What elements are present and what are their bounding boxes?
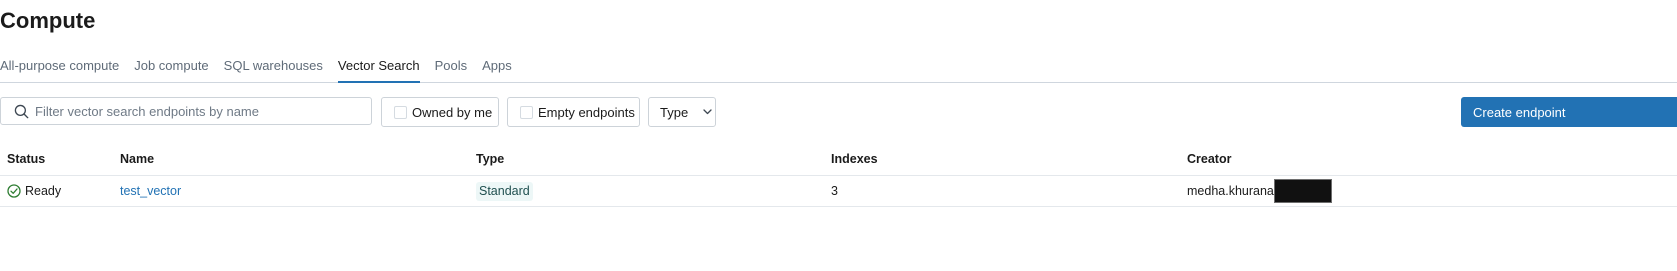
redacted-block [1273,179,1332,203]
type-filter-label: Type [660,104,689,120]
indexes-cell: 3 [831,183,838,198]
creator-email: medha.khurana [1187,183,1274,198]
column-header-name[interactable]: Name [120,145,154,173]
tab-apps[interactable]: Apps [482,58,512,81]
owned-by-me-filter[interactable]: Owned by me [381,97,499,127]
tab-sql-warehouses[interactable]: SQL warehouses [224,58,323,81]
toolbar: Owned by me Empty endpoints Type Create … [0,97,1677,127]
search-icon [13,103,29,119]
owned-by-me-label: Owned by me [412,104,493,120]
tab-all-purpose-compute[interactable]: All-purpose compute [0,58,119,81]
endpoint-name-link[interactable]: test_vector [120,176,181,207]
check-circle-icon [7,184,21,198]
tab-bar: All-purpose compute Job compute SQL ware… [0,58,1677,83]
page-title: Compute [0,8,96,33]
empty-endpoints-filter[interactable]: Empty endpoints [507,97,640,127]
search-box[interactable] [0,97,372,125]
type-filter-dropdown[interactable]: Type [648,97,716,127]
type-tag: Standard [476,181,533,201]
status-label: Ready [25,183,62,198]
status-cell: Ready [7,176,61,206]
search-input[interactable] [35,103,355,119]
name-cell: test_vector [120,176,181,206]
empty-endpoints-checkbox[interactable] [520,105,533,119]
owned-by-me-checkbox[interactable] [394,105,407,119]
endpoints-table: Status Name Type Indexes Creator Ready t… [0,145,1677,207]
empty-endpoints-label: Empty endpoints [538,104,635,120]
type-cell: Standard [476,176,533,206]
create-endpoint-button[interactable]: Create endpoint [1461,97,1677,127]
table-header: Status Name Type Indexes Creator [0,145,1677,176]
column-header-status[interactable]: Status [7,145,45,173]
column-header-type[interactable]: Type [476,145,504,173]
chevron-down-icon [702,107,712,117]
table-row[interactable]: Ready test_vector Standard 3 medha.khura… [0,176,1677,207]
tab-vector-search[interactable]: Vector Search [337,58,420,83]
column-header-creator[interactable]: Creator [1187,145,1231,173]
column-header-indexes[interactable]: Indexes [831,145,878,173]
tab-pools[interactable]: Pools [435,58,468,81]
tab-job-compute[interactable]: Job compute [134,58,208,81]
creator-cell: medha.khurana [1187,176,1332,206]
